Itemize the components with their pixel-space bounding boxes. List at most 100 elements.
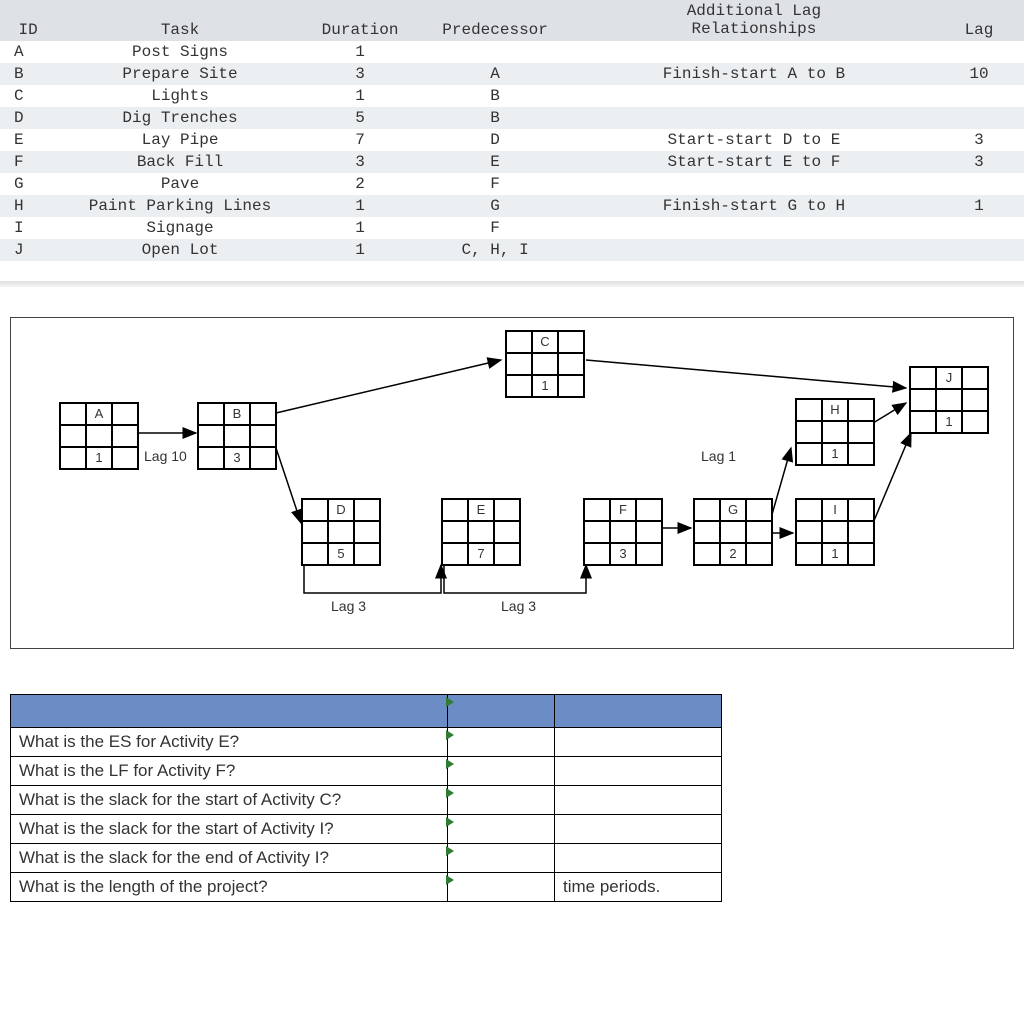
question-row: What is the LF for Activity F? [11,756,722,785]
cell-duration: 7 [304,129,417,151]
cell-task: Post Signs [56,41,304,63]
cell-lag-rel: Start-start E to F [574,151,934,173]
cell-id: G [0,173,56,195]
question-text: What is the ES for Activity E? [11,727,448,756]
cell-duration: 1 [304,239,417,261]
cell-predecessor: C, H, I [416,239,574,261]
cell-task: Signage [56,217,304,239]
cell-lag: 3 [934,129,1024,151]
cell-lag: 3 [934,151,1024,173]
lag-label-3b: Lag 3 [501,598,536,614]
cell-duration: 1 [304,217,417,239]
table-row: DDig Trenches5B [0,107,1024,129]
cell-duration: 2 [304,173,417,195]
answer-input[interactable] [448,814,555,843]
table-row: FBack Fill3EStart-start E to F3 [0,151,1024,173]
table-row: APost Signs1 [0,41,1024,63]
cell-duration: 5 [304,107,417,129]
cell-lag-rel [574,41,934,63]
questions-table: What is the ES for Activity E?What is th… [10,694,722,902]
cell-lag-rel [574,239,934,261]
question-extra [555,727,722,756]
question-row: What is the slack for the start of Activ… [11,785,722,814]
table-row: GPave2F [0,173,1024,195]
node-a: A 1 [59,402,139,470]
cell-duration: 1 [304,85,417,107]
question-row: What is the slack for the start of Activ… [11,814,722,843]
hdr-lag-rel: Additional LagRelationships [574,0,934,41]
cell-task: Back Fill [56,151,304,173]
table-row: HPaint Parking Lines1GFinish-start G to … [0,195,1024,217]
cell-duration: 1 [304,195,417,217]
cell-id: A [0,41,56,63]
question-row: What is the ES for Activity E? [11,727,722,756]
answer-input[interactable] [448,756,555,785]
question-text: What is the length of the project? [11,872,448,901]
cell-predecessor: E [416,151,574,173]
cell-duration: 3 [304,151,417,173]
answer-input[interactable] [448,785,555,814]
node-c: C 1 [505,330,585,398]
question-extra [555,814,722,843]
question-text: What is the slack for the end of Activit… [11,843,448,872]
cell-predecessor: G [416,195,574,217]
question-row: What is the length of the project? time p… [11,872,722,901]
question-extra [555,843,722,872]
question-text: What is the LF for Activity F? [11,756,448,785]
cell-lag-rel [574,173,934,195]
cell-id: E [0,129,56,151]
cell-task: Lay Pipe [56,129,304,151]
question-extra: time periods. [555,872,722,901]
table-row: ELay Pipe7DStart-start D to E3 [0,129,1024,151]
cell-duration: 3 [304,63,417,85]
cell-predecessor: A [416,63,574,85]
cell-predecessor: F [416,173,574,195]
cell-lag-rel [574,217,934,239]
hdr-id: ID [0,0,56,41]
node-f: F 3 [583,498,663,566]
cell-duration: 1 [304,41,417,63]
cell-lag [934,41,1024,63]
table-row: BPrepare Site3AFinish-start A to B10 [0,63,1024,85]
cell-task: Lights [56,85,304,107]
aon-diagram: A 1 B 3 C 1 D 5 E 7 F 3 G 2 H 1 I 1 [10,317,1014,649]
cell-predecessor: F [416,217,574,239]
cell-lag-rel: Finish-start G to H [574,195,934,217]
lag-label-1: Lag 1 [701,448,736,464]
node-h: H 1 [795,398,875,466]
cell-id: B [0,63,56,85]
cell-lag-rel: Finish-start A to B [574,63,934,85]
lag-label-10: Lag 10 [144,448,187,464]
cell-task: Dig Trenches [56,107,304,129]
answer-input[interactable] [448,843,555,872]
cell-task: Paint Parking Lines [56,195,304,217]
question-extra [555,756,722,785]
question-text: What is the slack for the start of Activ… [11,814,448,843]
cell-predecessor: D [416,129,574,151]
cell-id: J [0,239,56,261]
cell-lag-rel [574,107,934,129]
cell-task: Pave [56,173,304,195]
cell-lag-rel [574,85,934,107]
table-shadow [0,281,1024,287]
cell-task: Open Lot [56,239,304,261]
hdr-predecessor: Predecessor [416,0,574,41]
question-text: What is the slack for the start of Activ… [11,785,448,814]
questions-header [11,694,722,727]
cell-predecessor: B [416,85,574,107]
task-table: ID Task Duration Predecessor Additional … [0,0,1024,261]
cell-lag [934,107,1024,129]
node-d: D 5 [301,498,381,566]
answer-input[interactable] [448,727,555,756]
cell-predecessor [416,41,574,63]
question-row: What is the slack for the end of Activit… [11,843,722,872]
lag-label-3a: Lag 3 [331,598,366,614]
cell-lag: 1 [934,195,1024,217]
node-i: I 1 [795,498,875,566]
node-j: J 1 [909,366,989,434]
cell-id: I [0,217,56,239]
hdr-task: Task [56,0,304,41]
table-row: CLights1B [0,85,1024,107]
node-b: B 3 [197,402,277,470]
answer-input[interactable] [448,872,555,901]
